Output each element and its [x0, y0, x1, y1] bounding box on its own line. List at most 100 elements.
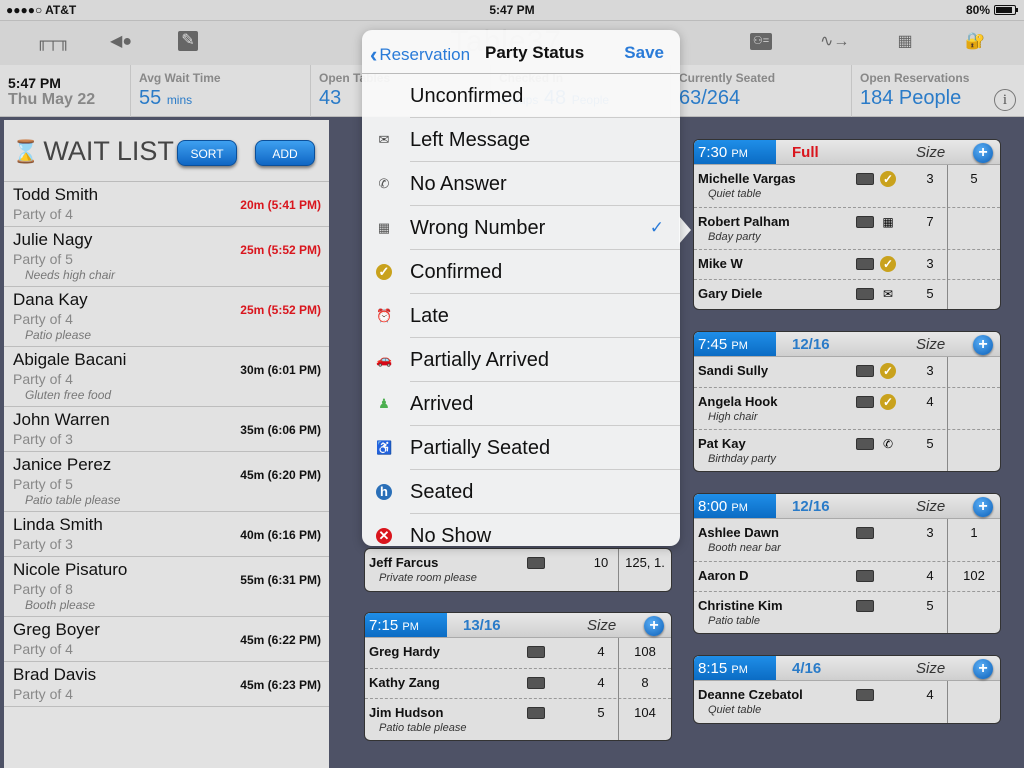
status-option[interactable]: 🚗 Partially Arrived — [362, 338, 680, 382]
guest-name: Jeff Farcus — [369, 555, 439, 570]
time-slot-ampm: PM — [731, 148, 748, 160]
wave-chart-icon[interactable]: ∿→ — [820, 31, 849, 53]
status-option[interactable]: ⏰ Late — [362, 294, 680, 338]
reservation-row[interactable]: Christine Kim Patio table 5 — [694, 591, 1000, 633]
reservation-row[interactable]: Ashlee Dawn Booth near bar 3 1 — [694, 519, 1000, 561]
envelope-icon: ✉ — [378, 132, 390, 147]
time-slot-time: 8:15 — [698, 660, 728, 677]
status-option-label: Partially Arrived — [410, 349, 549, 371]
reservation-row[interactable]: Mike W ✓ 3 — [694, 249, 1000, 279]
wait-list-item[interactable]: Greg Boyer Party of 4 45m (6:22 PM) — [4, 617, 329, 662]
battery-status: 80% — [966, 3, 1018, 17]
capacity-count: 12/16 — [792, 498, 830, 515]
wait-list-item[interactable]: Dana Kay Party of 4 Patio please 25m (5:… — [4, 287, 329, 347]
reservation-row[interactable]: Kathy Zang 4 8 — [365, 668, 671, 698]
check-circle-icon: ✓ — [880, 256, 896, 272]
check-circle-icon: ✓ — [376, 264, 392, 280]
time-slot-time: 7:45 — [698, 336, 728, 353]
save-button[interactable]: Save — [624, 43, 664, 63]
party-size: 7 — [926, 214, 934, 229]
reservation-row[interactable]: Sandi Sully ✓ 3 — [694, 357, 1000, 387]
wait-list-title-text: WAIT LIST — [43, 136, 174, 166]
notes-icon[interactable]: ✎ — [178, 31, 198, 51]
reservation-row[interactable]: Aaron D 4 102 — [694, 561, 1000, 591]
wait-list-item[interactable]: Julie Nagy Party of 5 Needs high chair 2… — [4, 227, 329, 287]
status-option[interactable]: ✕ No Show — [362, 514, 680, 546]
reservation-row[interactable]: Greg Hardy 4 108 — [365, 638, 671, 668]
guest-note: Needs high chair — [25, 268, 116, 282]
status-option[interactable]: ✆ No Answer — [362, 162, 680, 206]
currently-seated-stat: Currently Seated 63/264 — [671, 65, 852, 117]
status-option[interactable]: Unconfirmed — [362, 74, 680, 118]
status-option[interactable]: ▦ Wrong Number ✓ — [362, 206, 680, 250]
reservation-row[interactable]: Gary Diele ✉ 5 — [694, 279, 1000, 309]
reservation-row[interactable]: Jeff Farcus Private room please 10 125, … — [365, 549, 671, 591]
reservation-row[interactable]: Pat Kay Birthday party ✆ 5 — [694, 429, 1000, 471]
size-column-label: Size — [916, 498, 946, 515]
guest-card-icon[interactable]: ⚇= — [750, 33, 772, 50]
wait-list-item[interactable]: Nicole Pisaturo Party of 8 Booth please … — [4, 557, 329, 617]
guest-name: Robert Palham — [698, 214, 790, 229]
reservation-row[interactable]: Robert Palham Bday party ▦ 7 — [694, 207, 1000, 249]
guest-name: Deanne Czebatol — [698, 687, 803, 702]
partially-seated-icon: ♿ — [376, 440, 393, 455]
guest-note: Bday party — [708, 231, 761, 243]
wait-list-item[interactable]: John Warren Party of 3 35m (6:06 PM) — [4, 407, 329, 452]
lock-key-icon[interactable]: 🔐 — [962, 31, 988, 53]
party-size: 3 — [926, 256, 934, 271]
calendar-icon[interactable]: ▦ — [892, 31, 918, 53]
add-button[interactable]: ADD — [255, 140, 315, 166]
add-reservation-button[interactable]: + — [973, 143, 993, 163]
add-reservation-button[interactable]: + — [973, 659, 993, 679]
status-option[interactable]: ✓ Confirmed — [362, 250, 680, 294]
seated-chair-icon: h — [376, 484, 392, 500]
guest-note: Birthday party — [708, 453, 776, 465]
fish-icon[interactable]: ◀● — [108, 31, 134, 53]
capacity-count: 12/16 — [792, 336, 830, 353]
add-reservation-button[interactable]: + — [644, 616, 664, 636]
status-option[interactable]: h Seated — [362, 470, 680, 514]
info-icon[interactable]: i — [994, 89, 1016, 111]
party-size: 4 — [926, 568, 934, 583]
time-slot-time: 7:15 — [369, 617, 399, 634]
person-arrived-icon: ♟ — [378, 396, 390, 411]
wait-time: 55m (6:31 PM) — [240, 573, 321, 587]
keyboard-icon — [856, 689, 874, 701]
status-option-label: Late — [410, 305, 449, 327]
open-res-label: Open Reservations — [860, 71, 970, 85]
guest-name: Michelle Vargas — [698, 171, 796, 186]
status-option[interactable]: ♟ Arrived — [362, 382, 680, 426]
reservation-card: 7:30 PM Full Size + Michelle Vargas Quie… — [693, 139, 1001, 310]
wait-list-item[interactable]: Abigale Bacani Party of 4 Gluten free fo… — [4, 347, 329, 407]
card-header: 7:45 PM 12/16 Size + — [694, 332, 1000, 357]
back-button[interactable]: ‹ Reservation — [370, 42, 470, 68]
no-show-x-icon: ✕ — [376, 528, 392, 544]
wait-list-item[interactable]: Linda Smith Party of 3 40m (6:16 PM) — [4, 512, 329, 557]
card-body: Greg Hardy 4 108 Kathy Zang 4 8 Jim Huds… — [365, 638, 671, 740]
guest-name: Sandi Sully — [698, 363, 769, 378]
status-option[interactable]: ✉ Left Message — [362, 118, 680, 162]
card-body: Ashlee Dawn Booth near bar 3 1 Aaron D 4… — [694, 519, 1000, 633]
tables-icon[interactable]: ╓┬╖ — [36, 31, 70, 53]
keyboard-icon — [856, 527, 874, 539]
party-size: 4 — [597, 644, 605, 659]
wait-list: Todd Smith Party of 4 20m (5:41 PM) Juli… — [4, 182, 329, 707]
add-reservation-button[interactable]: + — [973, 497, 993, 517]
add-reservation-button[interactable]: + — [973, 335, 993, 355]
party-size: 4 — [926, 394, 934, 409]
reservation-row[interactable]: Angela Hook High chair ✓ 4 — [694, 387, 1000, 429]
table-number: 125, 1. — [625, 555, 665, 570]
time-slot-ampm: PM — [402, 621, 419, 633]
wait-list-item[interactable]: Brad Davis Party of 4 45m (6:23 PM) — [4, 662, 329, 707]
reservation-row[interactable]: Michelle Vargas Quiet table ✓ 3 5 — [694, 165, 1000, 207]
hourglass-icon: ⌛ — [12, 138, 40, 164]
reservation-row[interactable]: Deanne Czebatol Quiet table 4 — [694, 681, 1000, 723]
wait-list-item[interactable]: Todd Smith Party of 4 20m (5:41 PM) — [4, 182, 329, 227]
keyboard-icon — [856, 173, 874, 185]
wait-time: 45m (6:23 PM) — [240, 678, 321, 692]
sort-button[interactable]: SORT — [177, 140, 237, 166]
reservation-row[interactable]: Jim Hudson Patio table please 5 104 — [365, 698, 671, 740]
status-option[interactable]: ♿ Partially Seated — [362, 426, 680, 470]
wait-list-item[interactable]: Janice Perez Party of 5 Patio table plea… — [4, 452, 329, 512]
time-slot-ampm: PM — [731, 502, 748, 514]
